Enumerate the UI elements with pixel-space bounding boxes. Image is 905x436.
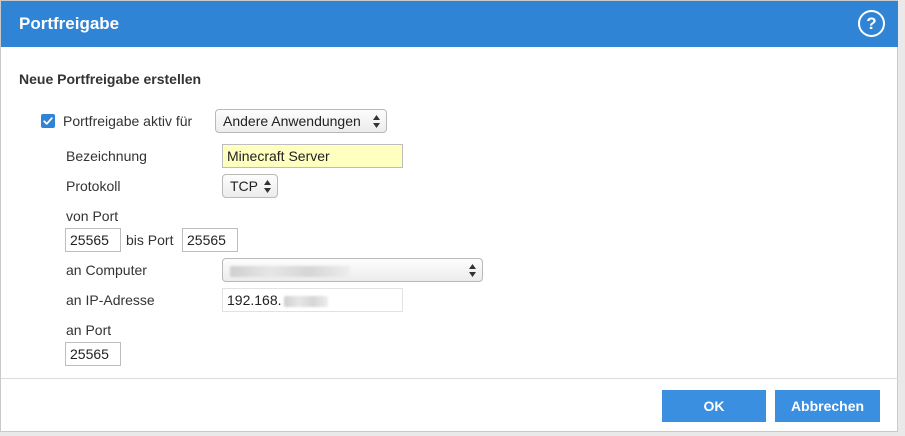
protocol-select[interactable]: TCP (222, 174, 278, 198)
target-port-input[interactable]: 25565 (65, 342, 121, 366)
dialog-titlebar: Portfreigabe ? (1, 1, 898, 47)
ip-label: an IP-Adresse (66, 292, 155, 308)
checkmark-icon (43, 117, 53, 125)
name-label: Bezeichnung (66, 148, 147, 164)
ok-button[interactable]: OK (662, 390, 766, 422)
updown-arrows-icon (373, 115, 380, 128)
dialog-title: Portfreigabe (19, 14, 120, 33)
ip-address-field: 192.168. (222, 288, 403, 312)
port-forwarding-dialog: Portfreigabe ? Neue Portfreigabe erstell… (0, 0, 898, 432)
target-port-label: an Port (66, 322, 112, 338)
from-port-input[interactable]: 25565 (65, 228, 121, 252)
computer-label: an Computer (66, 262, 147, 278)
redacted-ip-suffix (283, 295, 328, 307)
protocol-select-value: TCP (230, 178, 258, 194)
application-select-value: Andere Anwendungen (223, 113, 361, 129)
section-title: Neue Portfreigabe erstellen (19, 71, 202, 87)
name-input[interactable]: Minecraft Server (222, 144, 403, 168)
updown-arrows-icon (264, 180, 271, 193)
to-port-label: bis Port (126, 232, 174, 248)
enabled-checkbox[interactable] (41, 114, 55, 128)
help-icon[interactable]: ? (858, 10, 885, 37)
protocol-label: Protokoll (66, 178, 121, 194)
to-port-input[interactable]: 25565 (182, 228, 238, 252)
from-port-label: von Port (66, 208, 119, 224)
cancel-button[interactable]: Abbrechen (775, 390, 880, 422)
updown-arrows-icon (469, 264, 476, 277)
redacted-computer-name (230, 265, 350, 277)
footer-divider (1, 378, 898, 379)
enabled-label: Portfreigabe aktiv für (63, 113, 193, 129)
application-select[interactable]: Andere Anwendungen (215, 109, 387, 133)
computer-select[interactable] (222, 258, 483, 282)
ip-prefix: 192.168. (227, 292, 282, 308)
